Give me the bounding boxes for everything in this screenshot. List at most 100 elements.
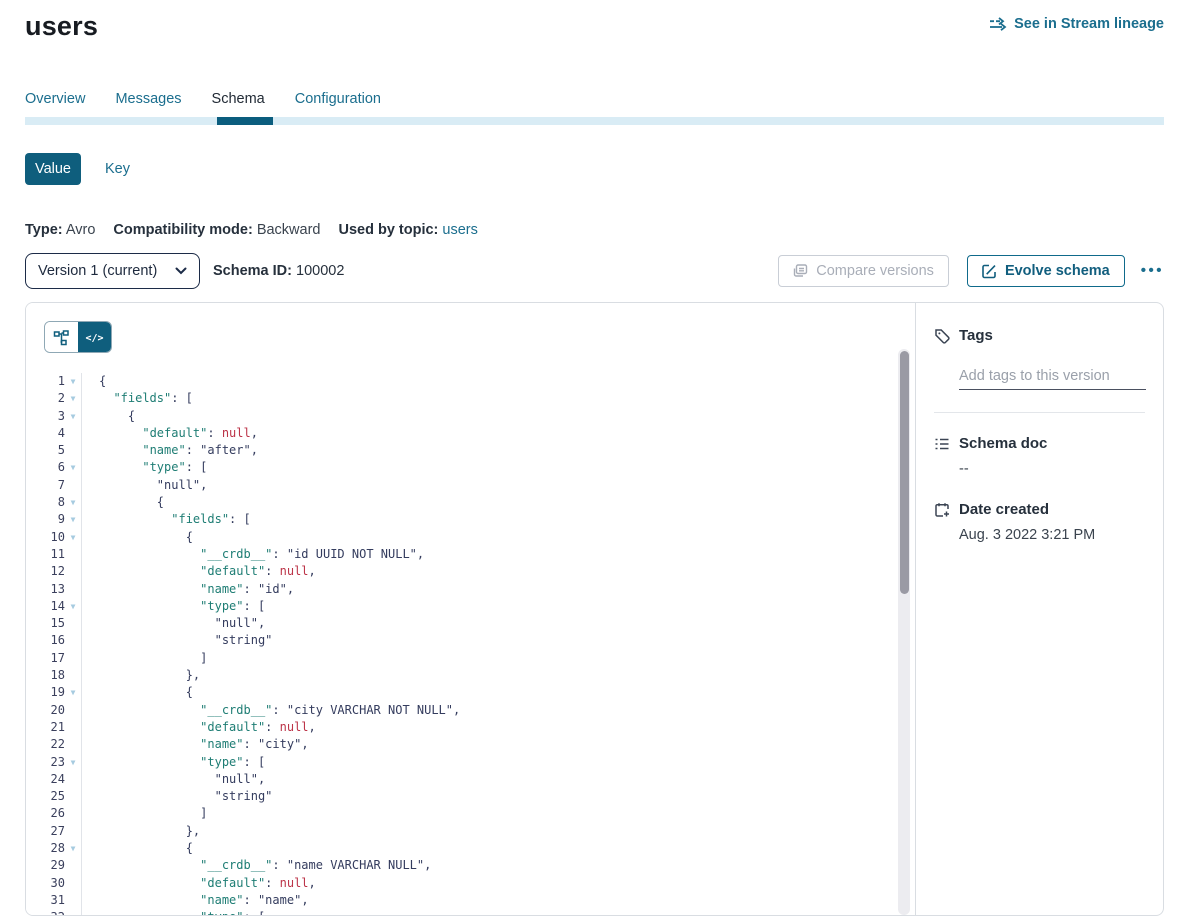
- code-scrollbar-thumb[interactable]: [900, 351, 909, 594]
- fold-arrow-icon[interactable]: ▼: [65, 511, 81, 528]
- tab-configuration[interactable]: Configuration: [295, 91, 381, 109]
- line-number: 18: [26, 667, 65, 684]
- line-number: 28: [26, 840, 65, 857]
- line-number: 8: [26, 494, 65, 511]
- tag-icon: [934, 327, 950, 349]
- line-number: 6: [26, 459, 65, 476]
- code-text: "string": [81, 632, 893, 649]
- compare-versions-button[interactable]: Compare versions: [778, 255, 949, 287]
- list-icon: [934, 435, 950, 477]
- fold-arrow-icon[interactable]: ▼: [65, 494, 81, 511]
- fold-spacer: [65, 771, 81, 788]
- code-line: 3▼{: [26, 408, 893, 425]
- tab-messages[interactable]: Messages: [115, 91, 181, 109]
- code-line: 6▼"type": [: [26, 459, 893, 476]
- code-text: "__crdb__": "name VARCHAR NULL",: [81, 857, 893, 874]
- code-text: {: [81, 840, 893, 857]
- schema-code-panel: </> 1▼{2▼"fields": [3▼{4"default": null,…: [26, 303, 915, 915]
- fold-arrow-icon[interactable]: ▼: [65, 529, 81, 546]
- fold-spacer: [65, 702, 81, 719]
- fold-spacer: [65, 788, 81, 805]
- add-tags-input[interactable]: [959, 368, 1146, 390]
- fold-spacer: [65, 667, 81, 684]
- evolve-schema-button[interactable]: Evolve schema: [967, 255, 1125, 287]
- code-line: 18},: [26, 667, 893, 684]
- schema-card: </> 1▼{2▼"fields": [3▼{4"default": null,…: [25, 302, 1164, 916]
- meta-type-value: Avro: [66, 222, 96, 238]
- fold-arrow-icon[interactable]: ▼: [65, 408, 81, 425]
- code-text: "string": [81, 788, 893, 805]
- fold-arrow-icon[interactable]: ▼: [65, 459, 81, 476]
- code-line: 30"default": null,: [26, 875, 893, 892]
- tags-title: Tags: [959, 327, 993, 349]
- meta-used-by-topic: Used by topic: users: [338, 222, 477, 238]
- key-toggle-link[interactable]: Key: [105, 161, 130, 177]
- fold-spacer: [65, 857, 81, 874]
- code-text: "__crdb__": "city VARCHAR NOT NULL",: [81, 702, 893, 719]
- date-created-content: Date created Aug. 3 2022 3:21 PM: [959, 501, 1095, 543]
- line-number: 21: [26, 719, 65, 736]
- line-number: 13: [26, 581, 65, 598]
- topic-link[interactable]: users: [442, 222, 477, 238]
- code-line: 11"__crdb__": "id UUID NOT NULL",: [26, 546, 893, 563]
- code-text: "default": null,: [81, 719, 893, 736]
- code-text: "null",: [81, 615, 893, 632]
- line-number: 3: [26, 408, 65, 425]
- fold-arrow-icon[interactable]: ▼: [65, 754, 81, 771]
- tab-overview[interactable]: Overview: [25, 91, 85, 109]
- code-view-button[interactable]: </>: [78, 322, 111, 353]
- fold-arrow-icon[interactable]: ▼: [65, 598, 81, 615]
- line-number: 27: [26, 823, 65, 840]
- more-options-button[interactable]: •••: [1141, 255, 1164, 287]
- line-number: 29: [26, 857, 65, 874]
- tab-bar: Overview Messages Schema Configuration: [25, 91, 1164, 109]
- code-text: },: [81, 667, 893, 684]
- line-number: 23: [26, 754, 65, 771]
- line-number: 32: [26, 909, 65, 915]
- code-text: "default": null,: [81, 563, 893, 580]
- code-line: 27},: [26, 823, 893, 840]
- line-number: 14: [26, 598, 65, 615]
- date-created-section: Date created Aug. 3 2022 3:21 PM: [934, 501, 1145, 543]
- schema-json-editor[interactable]: 1▼{2▼"fields": [3▼{4"default": null,5"na…: [26, 373, 893, 915]
- code-scrollbar-track[interactable]: [898, 349, 910, 915]
- schema-doc-content: Schema doc --: [959, 435, 1047, 477]
- date-created-value: Aug. 3 2022 3:21 PM: [959, 527, 1095, 543]
- stream-lineage-label: See in Stream lineage: [1014, 16, 1164, 32]
- code-text: "fields": [: [81, 511, 893, 528]
- code-text: "name": "after",: [81, 442, 893, 459]
- fold-arrow-icon[interactable]: ▼: [65, 840, 81, 857]
- code-line: 32▼"type": [: [26, 909, 893, 915]
- fold-arrow-icon[interactable]: ▼: [65, 909, 81, 915]
- fold-arrow-icon[interactable]: ▼: [65, 390, 81, 407]
- fold-spacer: [65, 736, 81, 753]
- code-line: 5"name": "after",: [26, 442, 893, 459]
- meta-type: Type: Avro: [25, 222, 95, 238]
- code-line: 4 "default": null,: [26, 425, 893, 442]
- fold-spacer: [65, 875, 81, 892]
- tree-view-icon: [53, 330, 70, 346]
- code-text: "fields": [: [81, 390, 893, 407]
- fold-spacer: [65, 615, 81, 632]
- stream-lineage-link[interactable]: See in Stream lineage: [989, 16, 1164, 32]
- tab-schema[interactable]: Schema: [212, 91, 265, 109]
- tree-view-button[interactable]: [45, 322, 78, 353]
- meta-topic-label: Used by topic:: [338, 222, 438, 238]
- fold-arrow-icon[interactable]: ▼: [65, 684, 81, 701]
- version-select[interactable]: Version 1 (current): [25, 253, 200, 289]
- code-text: "type": [: [81, 754, 893, 771]
- line-number: 11: [26, 546, 65, 563]
- view-mode-toggle: </>: [44, 321, 112, 353]
- schema-doc-section: Schema doc --: [934, 435, 1145, 477]
- code-text: "default": null,: [81, 425, 893, 442]
- fold-arrow-icon[interactable]: ▼: [65, 373, 81, 390]
- code-line: 10▼{: [26, 529, 893, 546]
- line-number: 9: [26, 511, 65, 528]
- fold-spacer: [65, 563, 81, 580]
- code-text: {: [81, 684, 893, 701]
- line-number: 4: [26, 425, 65, 442]
- code-line: 12"default": null,: [26, 563, 893, 580]
- value-toggle-button[interactable]: Value: [25, 153, 81, 185]
- fold-spacer: [65, 719, 81, 736]
- code-line: 19▼{: [26, 684, 893, 701]
